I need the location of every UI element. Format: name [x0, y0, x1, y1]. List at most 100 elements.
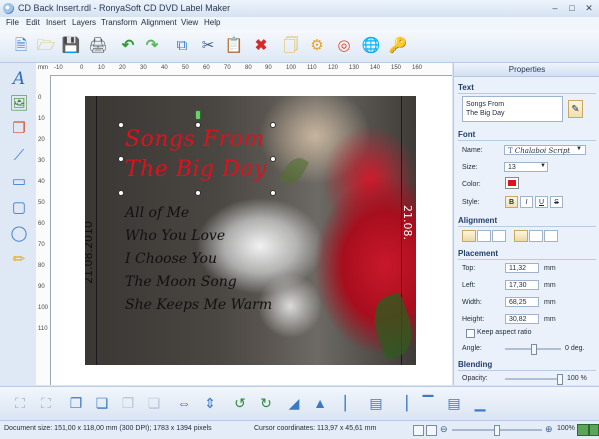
- close-icon[interactable]: ✕: [582, 2, 596, 14]
- copy-icon[interactable]: ⧉: [171, 35, 193, 57]
- menu-layers[interactable]: Layers: [72, 18, 96, 27]
- redo-icon[interactable]: ↷: [141, 35, 163, 57]
- selection-handle[interactable]: [118, 156, 124, 162]
- fit-selection-icon[interactable]: ⛶: [10, 393, 30, 413]
- align-center-icon[interactable]: [477, 230, 491, 242]
- zoom-out-icon[interactable]: ⊖: [440, 424, 448, 435]
- menu-file[interactable]: File: [6, 18, 19, 27]
- align-top-icon[interactable]: [514, 230, 528, 242]
- new-icon[interactable]: 🗎: [10, 35, 32, 57]
- fit-page-icon[interactable]: ⛶: [36, 393, 56, 413]
- rotate-right-icon[interactable]: ↻: [256, 393, 276, 413]
- align-objects-middle-icon[interactable]: ▤: [444, 393, 464, 413]
- selection-handle[interactable]: [270, 122, 276, 128]
- bring-forward-icon[interactable]: ❐: [118, 393, 138, 413]
- pencil-tool-icon[interactable]: ✏: [9, 250, 29, 270]
- line-tool-icon[interactable]: ⟋: [9, 146, 29, 166]
- edit-text-icon[interactable]: ✎: [568, 100, 583, 118]
- keep-aspect-checkbox[interactable]: [466, 329, 475, 338]
- menu-help[interactable]: Help: [204, 18, 220, 27]
- menu-view[interactable]: View: [181, 18, 198, 27]
- send-back-icon[interactable]: ❏: [92, 393, 112, 413]
- align-right-icon[interactable]: [492, 230, 506, 242]
- chevron-down-icon[interactable]: ▼: [576, 146, 582, 152]
- cut-icon[interactable]: ✂: [197, 35, 219, 57]
- stretch-vertical-icon[interactable]: ⇕: [200, 393, 220, 413]
- bring-front-icon[interactable]: ❐: [66, 393, 86, 413]
- underline-button[interactable]: U: [535, 196, 548, 208]
- image-tool-icon[interactable]: 🖼: [9, 94, 29, 114]
- align-objects-left-icon[interactable]: ▏: [340, 393, 360, 413]
- align-bottom-icon[interactable]: [544, 230, 558, 242]
- strikeout-button[interactable]: S: [550, 196, 563, 208]
- flip-vertical-icon[interactable]: ▲: [310, 393, 330, 413]
- maximize-icon[interactable]: □: [565, 2, 579, 14]
- spine-date-right[interactable]: 21.08.: [401, 205, 414, 240]
- selection-handle[interactable]: [195, 190, 201, 196]
- selection-handle[interactable]: [118, 122, 124, 128]
- grid-toggle-icon[interactable]: [426, 425, 437, 436]
- opacity-slider[interactable]: [505, 378, 561, 380]
- chevron-down-icon[interactable]: ▼: [540, 163, 546, 169]
- open-icon[interactable]: 🗁: [35, 35, 57, 57]
- flip-horizontal-icon[interactable]: ◢: [284, 393, 304, 413]
- font-color-swatch[interactable]: [505, 177, 519, 189]
- selection-handle[interactable]: [118, 190, 124, 196]
- web-icon[interactable]: 🌐: [360, 35, 382, 57]
- text-tool-icon[interactable]: A: [9, 69, 29, 89]
- menu-transform[interactable]: Transform: [101, 18, 137, 27]
- minimize-icon[interactable]: –: [548, 2, 562, 14]
- view-mode-icon[interactable]: [413, 425, 424, 436]
- bold-button[interactable]: B: [505, 196, 518, 208]
- height-input[interactable]: 30,82: [505, 314, 539, 324]
- send-backward-icon[interactable]: ❏: [144, 393, 164, 413]
- opacity-slider-thumb[interactable]: [557, 374, 563, 385]
- selection-handle[interactable]: [195, 122, 201, 128]
- menu-insert[interactable]: Insert: [46, 18, 66, 27]
- spine-date-left[interactable]: 21.08.2010: [85, 221, 95, 284]
- menu-edit[interactable]: Edit: [26, 18, 40, 27]
- align-middle-icon[interactable]: [529, 230, 543, 242]
- rectangle-tool-icon[interactable]: ▭: [9, 172, 29, 192]
- headline-line-1[interactable]: Songs From: [125, 126, 265, 154]
- text-content-field[interactable]: Songs From The Big Day: [462, 96, 563, 122]
- headline-line-2[interactable]: The Big Day: [125, 156, 267, 184]
- align-objects-right-icon[interactable]: ▕: [392, 393, 412, 413]
- stretch-horizontal-icon[interactable]: ⇔: [174, 393, 194, 413]
- rotate-handle[interactable]: [195, 110, 201, 120]
- left-input[interactable]: 17,30: [505, 280, 539, 290]
- ellipse-tool-icon[interactable]: ◯: [9, 224, 29, 244]
- print-icon[interactable]: 🖨: [87, 35, 109, 57]
- selection-handle[interactable]: [270, 156, 276, 162]
- menu-alignment[interactable]: Alignment: [141, 18, 177, 27]
- layers-tool-icon[interactable]: ❐: [9, 119, 29, 139]
- paste-icon[interactable]: 📋: [223, 35, 245, 57]
- align-objects-bottom-icon[interactable]: ▁: [470, 393, 490, 413]
- song-title[interactable]: The Moon Song: [125, 273, 237, 292]
- song-title[interactable]: I Choose You: [125, 250, 217, 269]
- song-title[interactable]: She Keeps Me Warm: [125, 296, 272, 315]
- undo-icon[interactable]: ↶: [117, 35, 139, 57]
- width-input[interactable]: 68,25: [505, 297, 539, 307]
- font-name-select[interactable]: T Chalaboi Script: [504, 145, 586, 155]
- align-objects-center-icon[interactable]: ▤: [366, 393, 386, 413]
- angle-slider-thumb[interactable]: [531, 344, 537, 355]
- settings-icon[interactable]: ⚙: [306, 35, 328, 57]
- song-title[interactable]: Who You Love: [125, 227, 225, 246]
- rotate-left-icon[interactable]: ↺: [230, 393, 250, 413]
- align-left-icon[interactable]: [462, 230, 476, 242]
- save-icon[interactable]: 💾: [60, 35, 82, 57]
- align-objects-top-icon[interactable]: ▔: [418, 393, 438, 413]
- actual-size-icon[interactable]: [589, 424, 599, 436]
- selection-handle[interactable]: [270, 190, 276, 196]
- fit-zoom-icon[interactable]: [577, 424, 589, 436]
- top-input[interactable]: 11,32: [505, 263, 539, 273]
- properties-icon[interactable]: 🗍: [280, 35, 302, 57]
- zoom-in-icon[interactable]: ⊕: [545, 424, 553, 435]
- rounded-rectangle-tool-icon[interactable]: ▢: [9, 198, 29, 218]
- italic-button[interactable]: I: [520, 196, 533, 208]
- key-icon[interactable]: 🔑: [387, 35, 409, 57]
- song-title[interactable]: All of Me: [125, 204, 189, 223]
- delete-icon[interactable]: ✖: [250, 35, 272, 57]
- zoom-slider-thumb[interactable]: [494, 425, 500, 436]
